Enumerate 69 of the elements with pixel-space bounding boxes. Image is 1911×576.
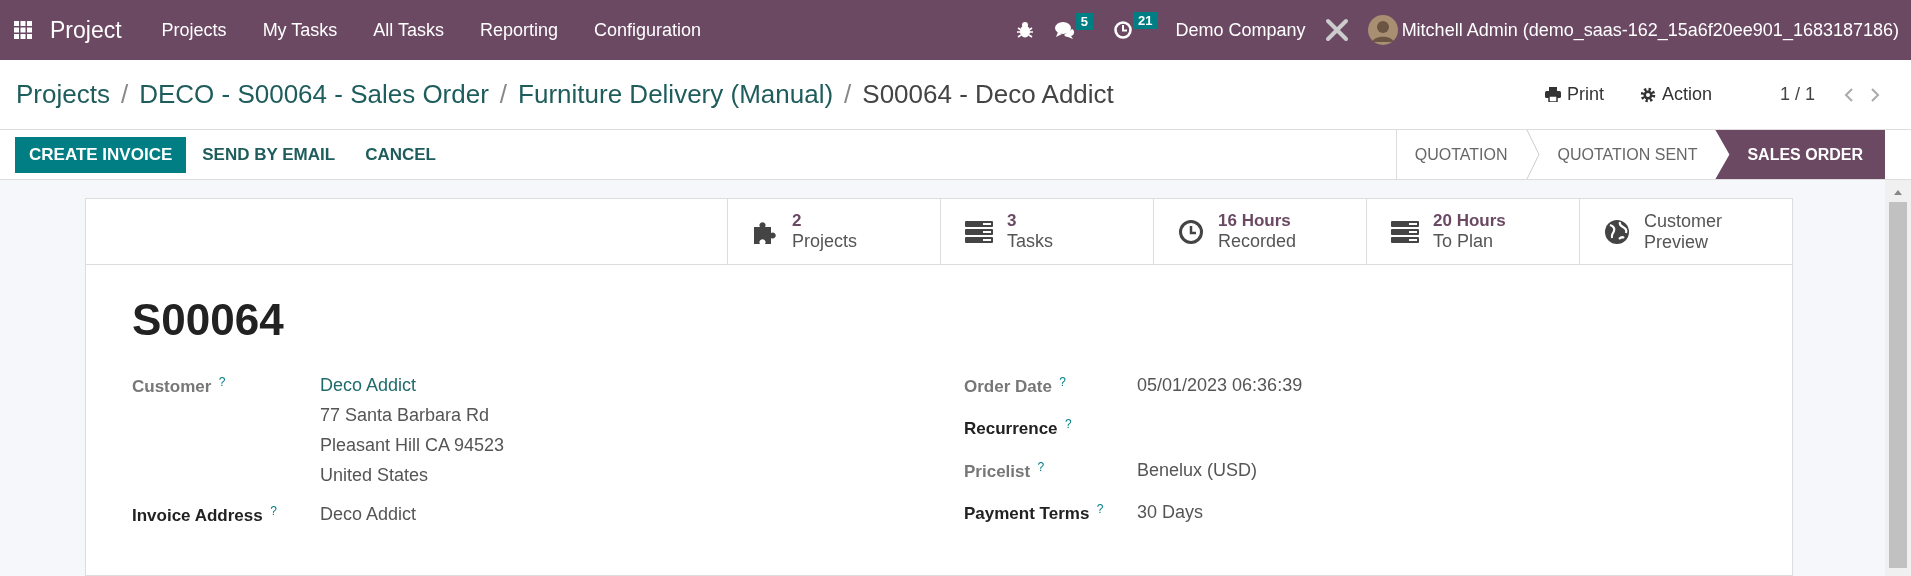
breadcrumb: S00064 - Deco Addict [862,79,1114,110]
field-label: Payment Terms [964,504,1090,524]
field-value: Benelux (USD) [1137,459,1258,481]
field-value: 05/01/2023 06:36:39 [1137,375,1303,396]
breadcrumb-separator: / [844,79,852,110]
help-icon[interactable]: ? [1037,459,1045,474]
help-icon[interactable]: ? [270,504,277,518]
action-button[interactable]: Action [1635,80,1716,109]
field-value: United States [320,465,430,486]
gear-icon [1639,86,1656,103]
stat-value: 20 Hours [1433,211,1506,231]
field-value: 77 Santa Barbara Rd [320,405,491,426]
customer-link[interactable]: Deco Addict [320,375,505,396]
stat-label: Preview [1644,231,1710,253]
field-label: Customer [132,377,212,397]
record-title: S00064 [132,295,285,345]
bug-icon[interactable] [1015,21,1034,39]
help-icon[interactable]: ? [1096,502,1104,516]
stat-label: To Plan [1433,231,1495,252]
stat-label: Customer [1644,210,1723,232]
tasks-icon [965,220,993,243]
help-icon[interactable]: ? [1059,375,1066,389]
stat-label: Projects [792,231,858,252]
stat-value: 3 [1007,211,1018,231]
menu-item[interactable]: Projects [143,19,245,41]
counter-badge: 5 [1075,13,1094,30]
field-label: Invoice Address [132,506,263,526]
menu-item[interactable]: My Tasks [244,19,356,41]
field-value: Pleasant Hill CA 94523 [320,435,505,456]
help-icon[interactable]: ? [218,375,226,389]
stat-label: Recorded [1218,231,1297,252]
breadcrumb-separator: / [499,79,508,110]
pager-counter: 1 / 1 [1779,84,1815,105]
clock-icon [1178,218,1204,245]
user-avatar [1367,15,1398,45]
print-button[interactable]: Print [1540,80,1608,109]
scroll-up-icon[interactable] [1893,188,1903,196]
field-label: Recurrence [964,419,1058,439]
stat-value: 2 [792,211,803,231]
breadcrumb-separator: / [120,79,129,110]
user-menu[interactable]: Mitchell Admin (demo_saas-162_15a6f20ee901_1683187186) [1401,19,1899,41]
field-value: Deco Addict [320,504,417,525]
apps-grid-icon[interactable] [14,21,32,39]
stat-label: Tasks [1007,231,1053,252]
menu-item[interactable]: All Tasks [355,19,462,41]
company-switcher[interactable]: Demo Company [1157,19,1324,41]
app-name[interactable]: Project [50,16,122,44]
field-value: 30 Days [1137,502,1204,523]
scrollbar-thumb[interactable] [1889,202,1907,568]
counter-badge: 21 [1133,12,1158,29]
chat-icon[interactable] [1053,21,1076,39]
clock-icon[interactable] [1113,20,1134,40]
field-label: Pricelist [964,462,1031,481]
breadcrumb[interactable]: Projects [16,79,110,110]
field-label: Order Date [964,377,1052,397]
stat-value: 16 Hours [1218,211,1292,231]
globe-icon [1604,218,1630,245]
action-button[interactable]: CREATE INVOICE [15,136,187,173]
menu-item[interactable]: Configuration [576,19,720,41]
status-stage[interactable]: SALES ORDER [1715,130,1885,179]
breadcrumb[interactable]: Furniture Delivery (Manual) [518,79,834,110]
menu-item[interactable]: Reporting [462,19,577,41]
tasks-icon [1391,220,1419,243]
breadcrumb[interactable]: DECO - S00064 - Sales Order [139,79,489,110]
help-icon[interactable]: ? [1065,417,1072,432]
action-button[interactable]: CANCEL [351,136,450,173]
scrollbar[interactable] [1885,180,1911,576]
printer-icon [1544,87,1561,102]
action-button[interactable]: SEND BY EMAIL [188,136,350,173]
